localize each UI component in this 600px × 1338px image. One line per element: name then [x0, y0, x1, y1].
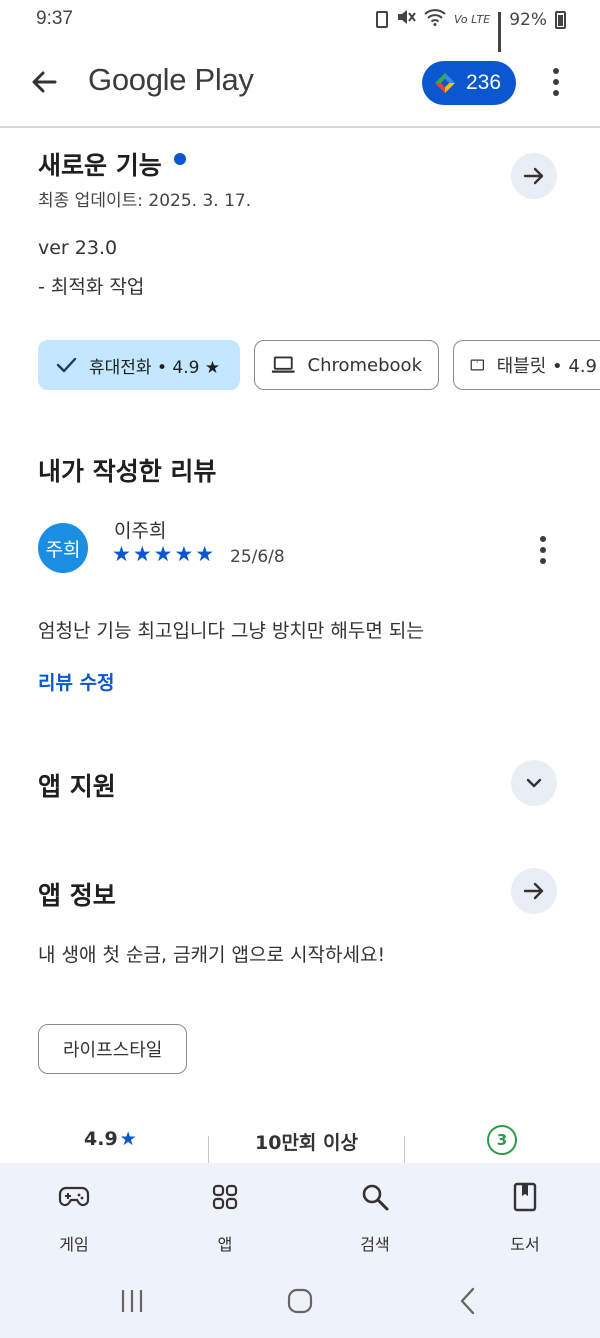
downloads-value: 10만회 이상: [255, 1132, 358, 1154]
more-vert-icon: [553, 68, 559, 74]
stats-row: 4.9 ★ 10만회 이상 3: [0, 1122, 600, 1166]
version-text: ver 23.0: [38, 237, 118, 259]
chip-phone[interactable]: 휴대전화 • 4.9 ★: [38, 340, 240, 390]
nav-search-label: 검색: [360, 1235, 390, 1254]
nav-books[interactable]: 도서: [465, 1163, 585, 1265]
avatar: 주희: [38, 523, 88, 573]
home-icon: [287, 1288, 313, 1314]
points-value: 236: [466, 71, 502, 94]
category-label: 라이프스타일: [63, 1040, 163, 1061]
stat-rating: 4.9 ★: [84, 1128, 137, 1150]
app-title: Google Play: [88, 62, 254, 97]
check-icon: [56, 357, 77, 373]
my-review-title: 내가 작성한 리뷰: [38, 457, 217, 486]
battery-icon: [555, 10, 566, 29]
status-bar: 9:37 Vo LTE 92%: [0, 0, 600, 52]
nav-books-label: 도서: [510, 1235, 540, 1254]
about-app-title: 앱 정보: [38, 881, 116, 910]
rating-star-icon: ★: [119, 1128, 137, 1150]
reviewer-name: 이주희: [114, 520, 167, 542]
chip-tablet-label: 태블릿 • 4.9: [496, 356, 597, 377]
chip-tablet[interactable]: 태블릿 • 4.9: [453, 340, 600, 390]
review-date: 25/6/8: [230, 547, 285, 567]
back-arrow-icon: [32, 71, 57, 93]
app-support-expand-button[interactable]: [511, 760, 557, 806]
book-icon: [507, 1179, 543, 1215]
nav-games-label: 게임: [59, 1235, 89, 1254]
nav-apps-label: 앱: [217, 1235, 233, 1254]
last-updated: 최종 업데이트: 2025. 3. 17.: [38, 191, 252, 211]
age-rating-value: 3: [496, 1131, 508, 1149]
whats-new-title-text: 새로운 기능: [38, 151, 162, 180]
sim-icon: [376, 11, 389, 28]
play-points-icon: [435, 73, 455, 93]
about-description: 내 생애 첫 순금, 금캐기 앱으로 시작하세요!: [38, 944, 386, 966]
more-vert-icon: [540, 536, 546, 542]
apps-grid-icon: [207, 1179, 243, 1215]
home-button[interactable]: [284, 1285, 316, 1317]
chip-chromebook-label: Chromebook: [307, 354, 422, 376]
chip-chromebook[interactable]: Chromebook: [254, 340, 439, 390]
battery-percent: 92%: [509, 9, 547, 30]
status-icons: Vo LTE 92%: [376, 8, 566, 52]
whats-new-arrow-button[interactable]: [511, 153, 557, 199]
category-chip[interactable]: 라이프스타일: [38, 1024, 188, 1074]
play-points-button[interactable]: 236: [422, 61, 516, 105]
app-bar: Google Play 236: [0, 40, 600, 128]
divider: [404, 1136, 405, 1166]
back-chevron-icon: [460, 1287, 475, 1315]
recent-apps-icon: [121, 1290, 143, 1312]
new-indicator-dot: [173, 153, 186, 165]
arrow-right-icon: [523, 882, 544, 900]
avatar-text: 주희: [45, 538, 81, 561]
nav-search[interactable]: 검색: [315, 1163, 435, 1265]
more-options-button[interactable]: [540, 62, 572, 102]
system-nav-bar: [0, 1265, 600, 1338]
laptop-icon: [271, 356, 295, 373]
rating-value: 4.9: [84, 1128, 118, 1150]
chip-phone-label: 휴대전화 • 4.9 ★: [89, 357, 221, 378]
status-time: 9:37: [36, 8, 73, 29]
bottom-nav: 게임 앱 검색 도서: [0, 1163, 600, 1265]
arrow-right-icon: [523, 167, 544, 185]
about-app-arrow-button[interactable]: [511, 868, 557, 914]
nav-apps[interactable]: 앱: [165, 1163, 285, 1265]
age-rating-badge: 3: [487, 1125, 517, 1155]
system-back-button[interactable]: [452, 1285, 484, 1317]
divider: [208, 1136, 209, 1166]
app-support-title: 앱 지원: [38, 772, 116, 801]
recent-apps-button[interactable]: [116, 1285, 148, 1317]
search-icon: [357, 1179, 393, 1215]
edit-review-link[interactable]: 리뷰 수정: [38, 668, 115, 695]
review-more-button[interactable]: [528, 530, 558, 570]
back-button[interactable]: [24, 62, 64, 102]
stat-downloads: 10만회 이상: [255, 1128, 358, 1155]
review-body: 엄청난 기능 최고입니다 그냥 방치만 해두면 되는: [38, 620, 424, 642]
chevron-down-icon: [526, 778, 542, 788]
star-rating: ★★★★★: [112, 542, 217, 566]
nav-games[interactable]: 게임: [14, 1163, 134, 1265]
volte-label: Vo LTE: [454, 13, 491, 26]
whats-new-title: 새로운 기능: [38, 146, 186, 182]
release-note: - 최적화 작업: [38, 276, 145, 298]
device-chips: 휴대전화 • 4.9 ★ Chromebook 태블릿 • 4.9: [38, 340, 600, 390]
signal-icon: [498, 11, 502, 52]
mute-icon: [396, 8, 416, 31]
gamepad-icon: [56, 1179, 92, 1215]
tablet-icon: [470, 359, 485, 371]
wifi-icon: [424, 8, 446, 31]
review-stars: ★★★★★: [112, 542, 216, 566]
